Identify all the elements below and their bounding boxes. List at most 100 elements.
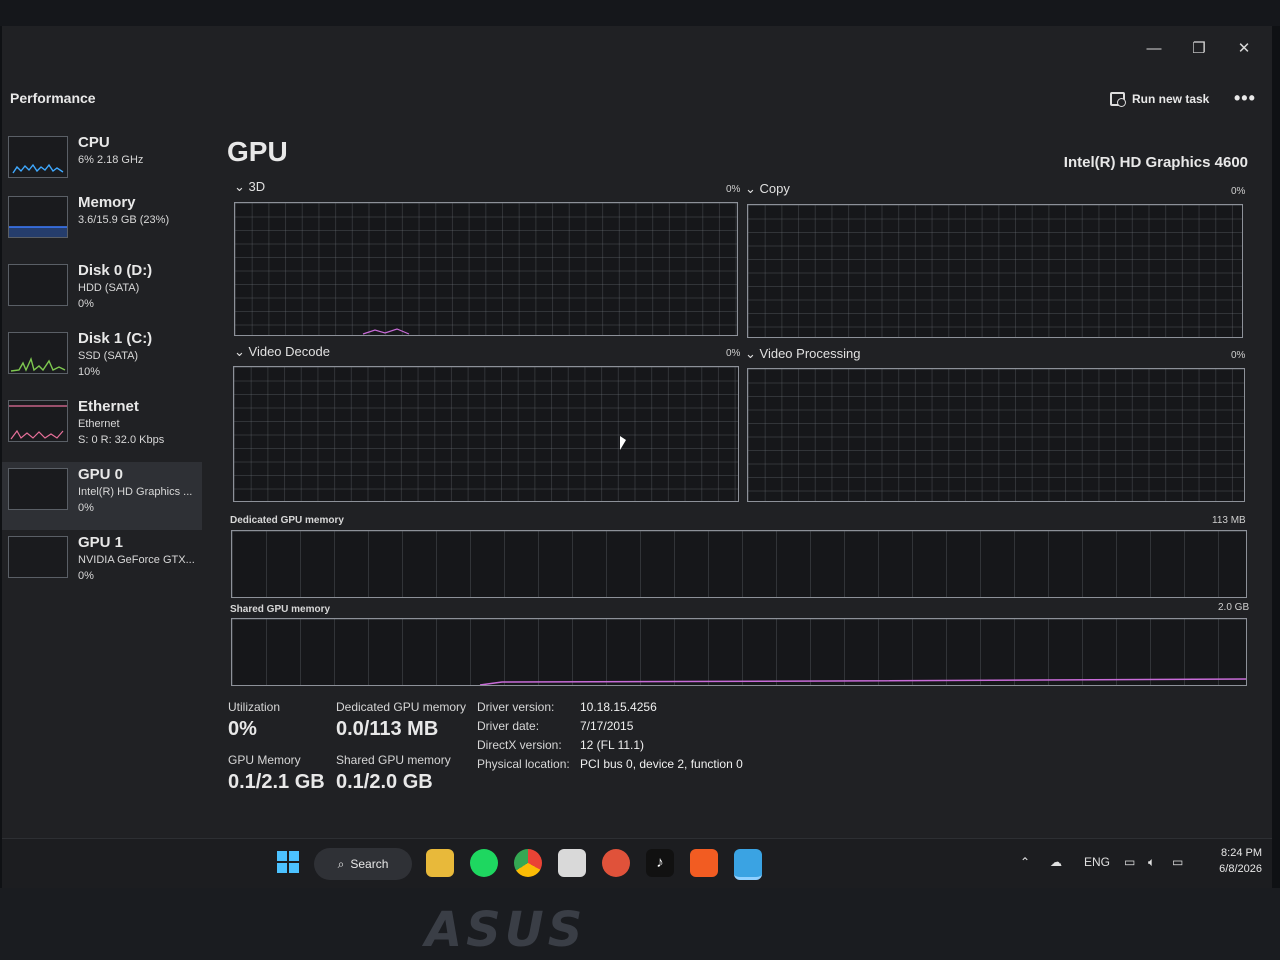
engine-3d-percent: 0% (726, 184, 741, 195)
sidebar-item-memory[interactable]: Memory 3.6/15.9 GB (23%) (2, 190, 202, 258)
sidebar-item-cpu[interactable]: CPU 6% 2.18 GHz (2, 130, 202, 198)
spotify-icon[interactable] (470, 849, 498, 877)
brave-icon[interactable] (690, 849, 718, 877)
disk1-thumbnail-graph (8, 332, 68, 374)
file-explorer-icon[interactable] (426, 849, 454, 877)
tray-overflow-chevron-icon[interactable]: ⌃ (1020, 855, 1030, 869)
gpu-model-name: Intel(R) HD Graphics 4600 (1063, 154, 1248, 171)
driver-date-value: 7/17/2015 (580, 719, 634, 733)
run-new-task-button[interactable]: Run new task (1110, 92, 1210, 107)
chrome-icon[interactable] (514, 849, 542, 877)
sidebar-item-name: CPU (78, 134, 110, 151)
sidebar-item-detail: SSD (SATA) (78, 350, 139, 362)
engine-video-decode-graph (233, 366, 739, 502)
screen-bezel-top (0, 0, 1280, 26)
engine-label: Copy (759, 181, 790, 196)
system-clock[interactable]: 8:24 PM 6/8/2026 (1202, 845, 1262, 877)
clock-date: 6/8/2026 (1219, 863, 1262, 875)
network-icon[interactable]: ▭ (1124, 855, 1135, 869)
dedicated-memory-graph (231, 530, 1247, 598)
engine-label: Video Decode (248, 344, 330, 359)
directx-version-value: 12 (FL 11.1) (580, 738, 645, 752)
more-options-button[interactable]: ••• (1234, 88, 1256, 109)
utilization-label: Utilization (228, 700, 281, 714)
engine-video-processing-percent: 0% (1231, 350, 1246, 361)
sidebar-item-value: 0% (78, 298, 94, 310)
task-manager-window: — ❐ ✕ Performance Run new task ••• CPU 6… (2, 26, 1272, 888)
engine-3d-graph (234, 202, 738, 336)
shared-memory-max: 2.0 GB (1218, 602, 1250, 613)
sidebar-item-name: Ethernet (78, 398, 139, 415)
mouse-pointer (620, 436, 626, 450)
run-new-task-label: Run new task (1132, 92, 1210, 106)
taskbar: ⌕ Search ♪ ⌃ ☁ ENG ▭ 🔈︎ ▭ 8:24 PM 6/8/20… (2, 838, 1272, 888)
physical-location-value: PCI bus 0, device 2, function 0 (580, 757, 743, 771)
page-title: Performance (10, 90, 96, 106)
engine-dropdown-3d[interactable]: ⌄ 3D (234, 179, 265, 195)
asus-logo: ASUS (425, 902, 587, 958)
tiktok-icon[interactable]: ♪ (646, 849, 674, 877)
sidebar-item-disk1[interactable]: Disk 1 (C:) SSD (SATA) 10% (2, 326, 202, 394)
gpu1-thumbnail-graph (8, 536, 68, 578)
search-icon: ⌕ (337, 856, 345, 871)
physical-location-label: Physical location: (477, 757, 570, 771)
driver-date-label: Driver date: (477, 719, 540, 733)
sidebar-item-gpu1[interactable]: GPU 1 NVIDIA GeForce GTX... 0% (2, 530, 202, 598)
engine-copy-graph (747, 204, 1243, 338)
clock-time: 8:24 PM (1221, 847, 1262, 859)
sidebar-item-ethernet[interactable]: Ethernet Ethernet S: 0 R: 32.0 Kbps (2, 394, 202, 462)
directx-version-label: DirectX version: (477, 738, 562, 752)
sidebar-item-name: Memory (78, 194, 136, 211)
sidebar-item-name: Disk 1 (C:) (78, 330, 153, 347)
ethernet-thumbnail-graph (8, 400, 68, 442)
engine-dropdown-copy[interactable]: ⌄ Copy (745, 181, 790, 197)
memory-thumbnail-graph (8, 196, 68, 238)
utilization-value: 0% (228, 718, 257, 740)
sidebar-item-name: GPU 0 (78, 466, 124, 483)
sidebar-item-detail: Intel(R) HD Graphics ... (78, 486, 193, 498)
dedicated-gpu-memory-label: Dedicated GPU memory (336, 700, 467, 714)
taskbar-search[interactable]: ⌕ Search (314, 848, 412, 880)
task-manager-taskbar-icon[interactable] (734, 849, 762, 880)
sidebar-item-disk0[interactable]: Disk 0 (D:) HDD (SATA) 0% (2, 258, 202, 326)
gpu-memory-label: GPU Memory (228, 753, 301, 767)
sidebar-item-detail: Ethernet (78, 418, 120, 430)
driver-version-label: Driver version: (477, 700, 555, 714)
language-indicator[interactable]: ENG (1084, 855, 1110, 869)
sidebar-item-value: S: 0 R: 32.0 Kbps (78, 434, 165, 446)
engine-dropdown-video-processing[interactable]: ⌄ Video Processing (745, 346, 860, 362)
minimize-button[interactable]: — (1137, 36, 1171, 62)
sidebar-item-detail: 6% 2.18 GHz (78, 154, 144, 166)
shared-gpu-memory-value: 0.1/2.0 GB (336, 771, 433, 793)
dedicated-gpu-memory-value: 0.0/113 MB (336, 718, 439, 740)
engine-video-decode-percent: 0% (726, 348, 741, 359)
windows-logo-icon (277, 851, 299, 873)
dedicated-memory-graph-label: Dedicated GPU memory (230, 515, 344, 526)
driver-version-value: 10.18.15.4256 (580, 700, 657, 714)
battery-icon[interactable]: ▭ (1172, 855, 1183, 869)
weather-icon[interactable]: ☁ (1050, 855, 1062, 869)
engine-label: Video Processing (759, 346, 861, 361)
shared-memory-graph-label: Shared GPU memory (230, 604, 331, 615)
shared-gpu-memory-label: Shared GPU memory (336, 753, 451, 767)
engine-label: 3D (248, 179, 266, 194)
notepad-icon[interactable] (558, 849, 586, 877)
gpu-heading: GPU (227, 136, 288, 167)
cpu-thumbnail-graph (8, 136, 68, 178)
engine-copy-percent: 0% (1231, 186, 1246, 197)
engine-video-processing-graph (747, 368, 1245, 502)
disk0-thumbnail-graph (8, 264, 68, 306)
shared-memory-graph (231, 618, 1247, 686)
maximize-button[interactable]: ❐ (1182, 36, 1216, 62)
engine-dropdown-video-decode[interactable]: ⌄ Video Decode (234, 344, 330, 360)
app-circle-icon[interactable] (602, 849, 630, 877)
run-task-icon (1110, 92, 1126, 107)
screen-bezel-bottom (0, 888, 1280, 960)
volume-icon[interactable]: 🔈︎ (1148, 855, 1155, 870)
sidebar: CPU 6% 2.18 GHz Memory 3.6/15.9 GB (23%)… (2, 130, 202, 598)
sidebar-item-value: 0% (78, 570, 94, 582)
start-button[interactable] (274, 849, 302, 877)
sidebar-item-value: 0% (78, 502, 94, 514)
close-button[interactable]: ✕ (1227, 36, 1261, 62)
sidebar-item-gpu0[interactable]: GPU 0 Intel(R) HD Graphics ... 0% (2, 462, 202, 530)
